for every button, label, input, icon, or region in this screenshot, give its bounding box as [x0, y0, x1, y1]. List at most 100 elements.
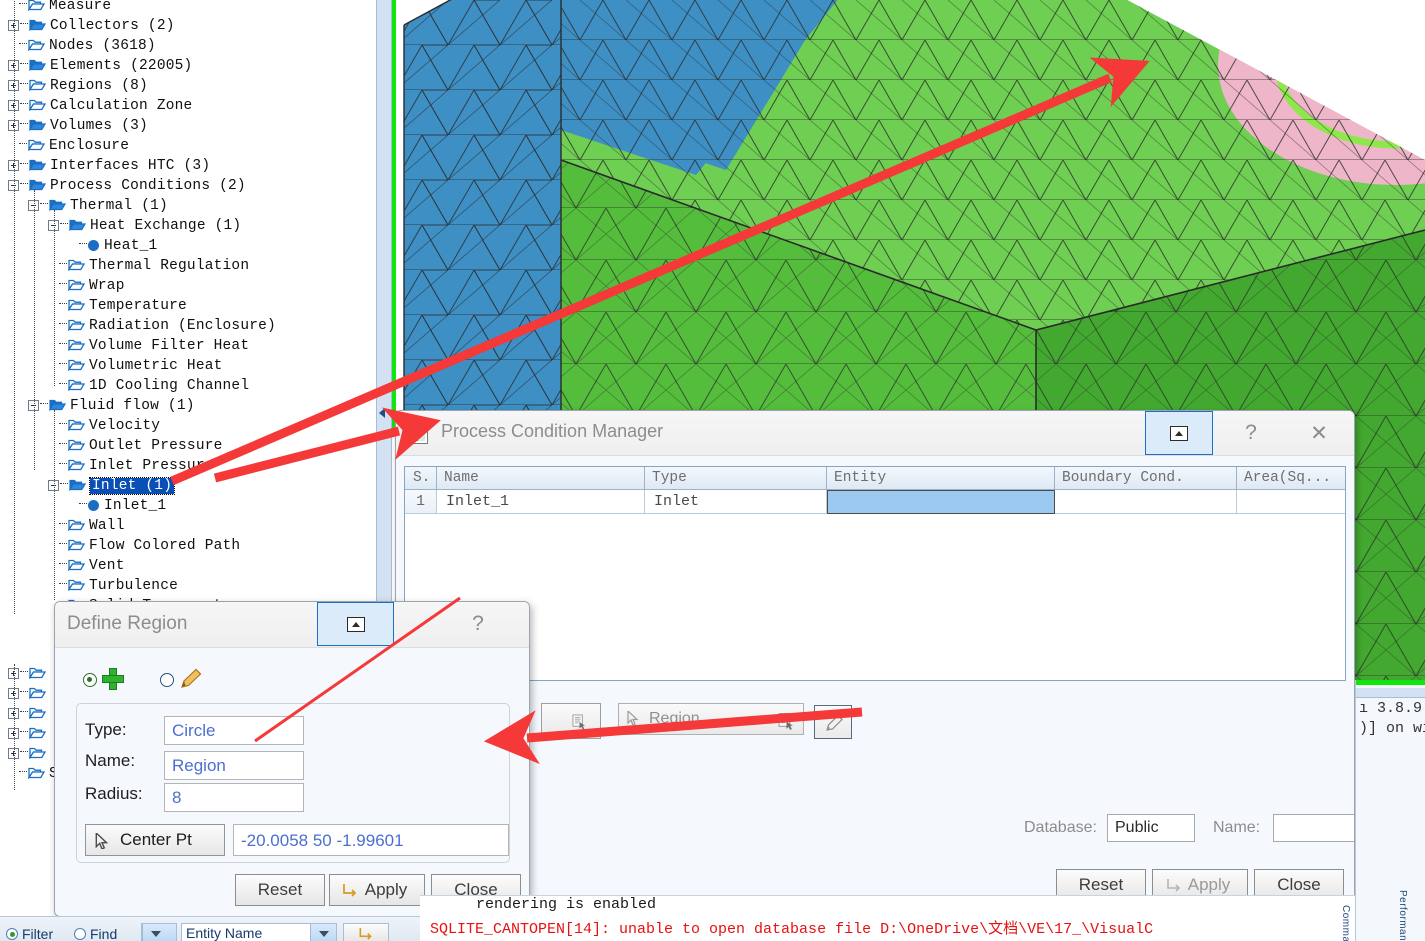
tree-item-fluid-flow-1[interactable]: Fluid flow (1) [28, 396, 195, 416]
process-condition-manager-dialog[interactable]: Process Condition Manager ? ✕ S. Name Ty… [395, 410, 1355, 917]
column-header-area[interactable]: Area(Sq... [1237, 467, 1345, 490]
column-header-boundary-cond[interactable]: Boundary Cond. [1055, 467, 1237, 490]
tree-item-inlet-1[interactable]: Inlet (1) [48, 476, 176, 496]
table-row[interactable]: 1 Inlet_1 Inlet [405, 490, 1345, 514]
radius-input[interactable]: 8 [164, 783, 304, 812]
tree-item-heat-1[interactable]: Heat_1 [68, 236, 157, 256]
console-output[interactable]: rendering is enabled SQLITE_CANTOPEN[14]… [420, 895, 1355, 941]
apply-arrow-icon [1167, 879, 1181, 892]
tree-item-label: Thermal Regulation [89, 258, 250, 274]
tree-item-wall[interactable]: Wall [48, 516, 125, 536]
tree-item-label: Fluid flow (1) [70, 398, 195, 414]
tree-item-label: Volume Filter Heat [89, 338, 250, 354]
tree-item-inlet-pressure[interactable]: Inlet Pressure [48, 456, 214, 476]
column-header-name[interactable]: Name [437, 467, 645, 490]
process-conditions-table[interactable]: S. Name Type Entity Boundary Cond. Area(… [404, 466, 1346, 681]
tree-item-thermal-regulation[interactable]: Thermal Regulation [48, 256, 249, 276]
tree-item-process-conditions-2[interactable]: Process Conditions (2) [8, 176, 246, 196]
tree-item-enclosure[interactable]: Enclosure [8, 136, 129, 156]
folder-icon [68, 559, 85, 572]
chevron-down-icon-5[interactable] [310, 924, 336, 941]
help-icon-2: ? [472, 612, 484, 635]
chevron-down-icon-4[interactable] [142, 924, 176, 941]
mode-create-radio[interactable] [83, 673, 97, 687]
tree-item-heat-exchange-1[interactable]: Heat Exchange (1) [48, 216, 241, 236]
region-name-input[interactable]: Region [164, 751, 304, 780]
region-pick-list-icon[interactable] [778, 713, 795, 730]
tree-item-label: Thermal (1) [70, 198, 168, 214]
folder-icon [49, 399, 66, 412]
database-select[interactable]: Public [1107, 814, 1195, 842]
region-field[interactable]: Region [618, 703, 804, 735]
plus-icon[interactable] [102, 668, 124, 690]
type-select[interactable]: Circle [164, 716, 304, 745]
console-line-2: SQLITE_CANTOPEN[14]: unable to open data… [430, 921, 1154, 938]
mode-edit-radio[interactable] [160, 673, 174, 687]
pcm-help-button[interactable]: ? [1217, 411, 1285, 455]
tree-item-turbulence[interactable]: Turbulence [48, 576, 178, 596]
cell-type[interactable]: Inlet [645, 490, 827, 514]
tree-item-inlet-1[interactable]: Inlet_1 [68, 496, 166, 516]
folder-icon [29, 667, 46, 680]
right-info-panel[interactable]: ı 3.8.9 ( )] on wi [1355, 680, 1425, 941]
pcm-restore-button[interactable] [1145, 411, 1213, 455]
name-select[interactable] [1273, 814, 1354, 842]
dreg-reset-button[interactable]: Reset [235, 874, 325, 906]
dreg-restore-button[interactable] [317, 602, 394, 646]
tree-item-measure[interactable]: Measure [8, 0, 111, 16]
pick-list-icon [572, 714, 586, 730]
filter-status-bar[interactable]: Filter Find Entity Name [0, 916, 420, 941]
performance-tab[interactable]: Performance [1397, 890, 1408, 941]
define-region-dialog[interactable]: Define Region ? ✕ Type: Circle Name: Reg… [54, 601, 530, 917]
tree-item-nodes-3618[interactable]: Nodes (3618) [8, 36, 156, 56]
center-pt-input[interactable]: -20.0058 50 -1.99601 [233, 824, 509, 856]
tree-item-thermal-1[interactable]: Thermal (1) [28, 196, 168, 216]
tree-item-wrap[interactable]: Wrap [48, 276, 125, 296]
tree-item-label: 1D Cooling Channel [89, 378, 250, 394]
folder-icon [69, 219, 86, 232]
filter-field-select[interactable]: Entity Name [181, 923, 337, 941]
tree-item-calculation-zone[interactable]: Calculation Zone [8, 96, 192, 116]
tree-item-elements-22005[interactable]: Elements (22005) [8, 56, 192, 76]
tree-item-temperature[interactable]: Temperature [48, 296, 187, 316]
filter-radio[interactable] [6, 928, 18, 940]
tree-item-outlet-pressure[interactable]: Outlet Pressure [48, 436, 223, 456]
tree-item-velocity[interactable]: Velocity [48, 416, 160, 436]
filter-mode-select[interactable] [141, 923, 177, 941]
pcm-close-button[interactable]: ✕ [1285, 411, 1353, 455]
tree-item-radiation-enclosure[interactable]: Radiation (Enclosure) [48, 316, 276, 336]
splitter-grip[interactable] [379, 408, 385, 418]
cell-entity[interactable] [827, 490, 1055, 514]
dreg-apply-button[interactable]: Apply [329, 874, 425, 906]
tree-item-collectors-2[interactable]: Collectors (2) [8, 16, 175, 36]
cell-boundary-cond[interactable] [1055, 490, 1237, 514]
app-icon [410, 426, 428, 444]
column-header-s[interactable]: S. [405, 467, 437, 490]
tree-item-flow-colored-path[interactable]: Flow Colored Path [48, 536, 240, 556]
tree-item-interfaces-htc-3[interactable]: Interfaces HTC (3) [8, 156, 210, 176]
tree-item-label: Inlet Pressure [89, 458, 214, 474]
cell-name[interactable]: Inlet_1 [437, 490, 645, 514]
entity-pick-button[interactable] [541, 703, 601, 739]
tree-item-volumes-3[interactable]: Volumes (3) [8, 116, 148, 136]
edit-region-button[interactable] [814, 705, 852, 739]
pencil-icon-3[interactable] [179, 667, 203, 691]
tree-item-s[interactable]: S [8, 764, 58, 784]
column-header-type[interactable]: Type [645, 467, 827, 490]
find-radio[interactable] [74, 928, 86, 940]
dreg-help-button[interactable]: ? [447, 602, 509, 646]
tree-item-regions-8[interactable]: Regions (8) [8, 76, 148, 96]
column-header-entity[interactable]: Entity [827, 467, 1055, 490]
cell-area[interactable] [1237, 490, 1345, 514]
tree-item-volume-filter-heat[interactable]: Volume Filter Heat [48, 336, 249, 356]
pcm-title-text: Process Condition Manager [441, 421, 664, 441]
filter-apply-button[interactable] [343, 923, 389, 941]
dreg-close-button[interactable]: ✕ [517, 602, 529, 646]
tree-item-1d-cooling-channel[interactable]: 1D Cooling Channel [48, 376, 249, 396]
command-tab[interactable]: Command [1340, 905, 1351, 941]
folder-icon [68, 359, 85, 372]
tree-item-volumetric-heat[interactable]: Volumetric Heat [48, 356, 223, 376]
right-panel-splitter[interactable] [1356, 688, 1425, 698]
center-pt-button[interactable]: Center Pt [85, 824, 225, 856]
tree-item-vent[interactable]: Vent [48, 556, 125, 576]
